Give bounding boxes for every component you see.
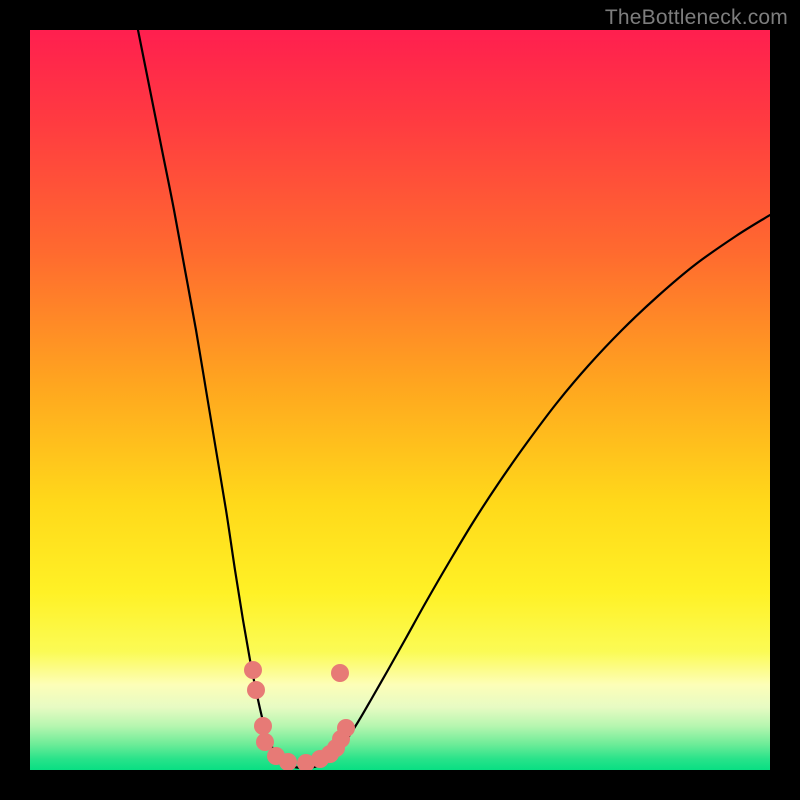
marker-group_left-2 [254,717,272,735]
plot-area [30,30,770,770]
marker-group_right-6 [331,664,349,682]
gradient-bg [30,30,770,770]
marker-group_left-1 [247,681,265,699]
marker-group_right-5 [337,719,355,737]
chart-frame: TheBottleneck.com [0,0,800,800]
marker-group_left-3 [256,733,274,751]
chart-svg [30,30,770,770]
watermark-text: TheBottleneck.com [605,6,788,30]
marker-group_left-0 [244,661,262,679]
